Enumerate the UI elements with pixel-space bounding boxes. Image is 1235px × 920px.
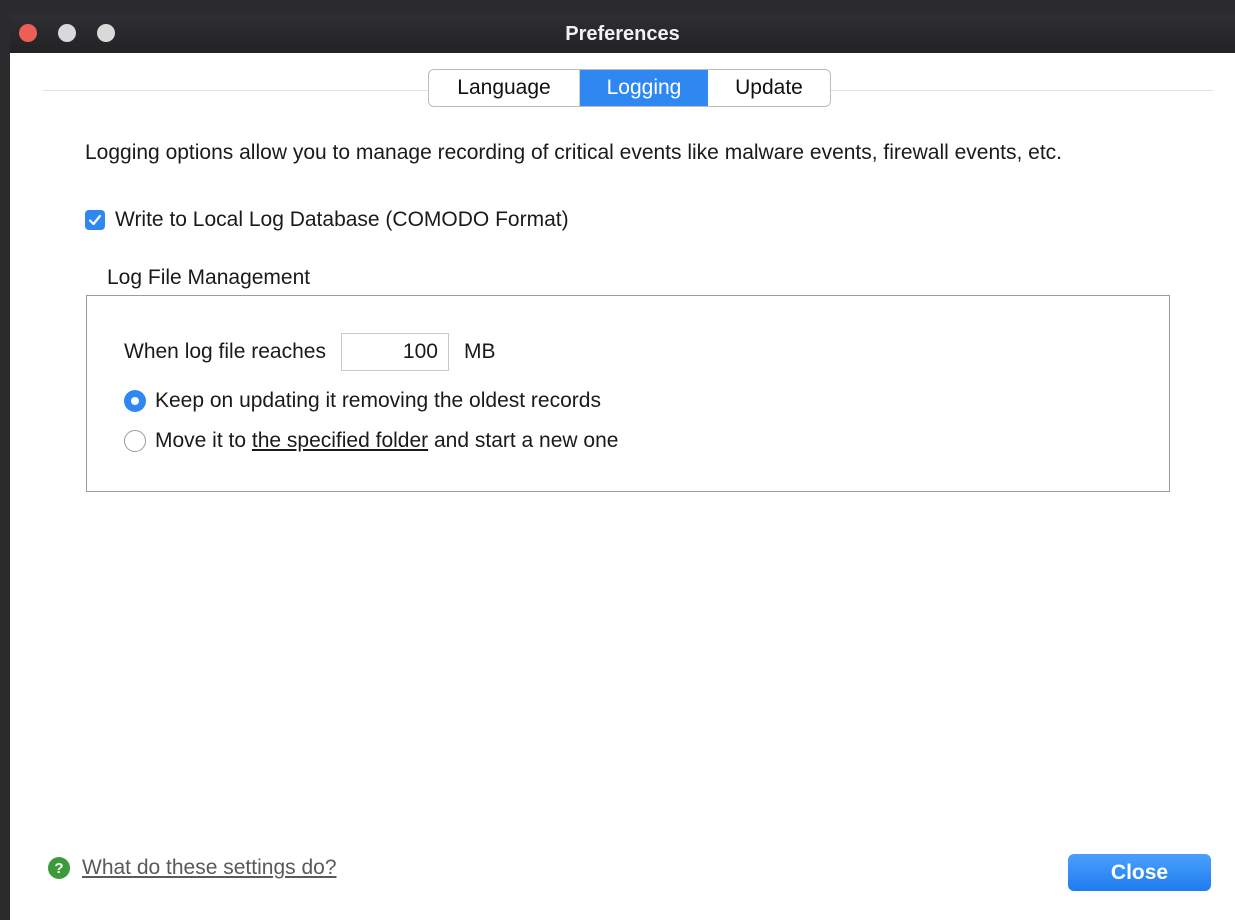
move-prefix-text: Move it to [155, 429, 252, 452]
write-local-log-checkbox[interactable] [85, 210, 105, 230]
log-size-label: When log file reaches [124, 340, 326, 363]
tab-logging[interactable]: Logging [580, 70, 708, 106]
preferences-window: Preferences Language Logging Update Logg… [10, 13, 1235, 920]
log-size-unit: MB [463, 340, 496, 363]
move-to-folder-radio[interactable] [124, 430, 146, 452]
move-to-folder-label: Move it to the specified folder and star… [155, 429, 618, 453]
write-local-log-label: Write to Local Log Database (COMODO Form… [115, 208, 569, 231]
help-link[interactable]: What do these settings do? [82, 856, 337, 880]
checkmark-icon [88, 214, 102, 226]
keep-updating-option[interactable]: Keep on updating it removing the oldest … [124, 387, 601, 415]
move-suffix-text: and start a new one [428, 429, 619, 452]
title-bar: Preferences [10, 13, 1235, 53]
log-file-management-group: When log file reaches MB Keep on updatin… [86, 295, 1170, 492]
keep-updating-label: Keep on updating it removing the oldest … [155, 389, 601, 412]
window-title: Preferences [565, 23, 680, 45]
move-to-folder-option[interactable]: Move it to the specified folder and star… [124, 427, 618, 455]
help-row: ? What do these settings do? [48, 856, 337, 880]
keep-updating-radio[interactable] [124, 390, 146, 412]
close-button[interactable]: Close [1068, 854, 1211, 891]
tab-update[interactable]: Update [708, 70, 830, 106]
tab-bar: Language Logging Update [428, 69, 831, 107]
write-local-log-option[interactable]: Write to Local Log Database (COMODO Form… [85, 207, 569, 233]
specified-folder-link[interactable]: the specified folder [252, 429, 428, 452]
log-size-input[interactable] [340, 333, 449, 371]
tab-language[interactable]: Language [429, 70, 580, 106]
log-size-row: When log file reaches MB [124, 331, 495, 373]
log-file-management-title: Log File Management [107, 266, 311, 289]
logging-description: Logging options allow you to manage reco… [85, 141, 1063, 164]
help-icon[interactable]: ? [48, 857, 70, 879]
